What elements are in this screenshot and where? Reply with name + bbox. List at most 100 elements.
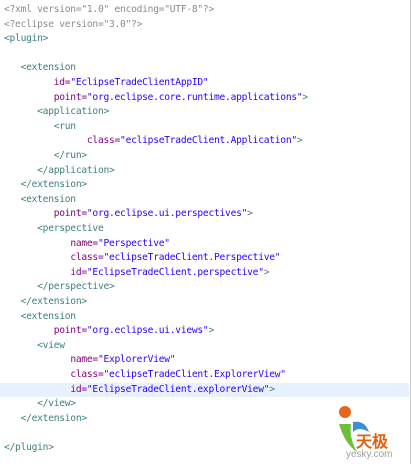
xml-tag-token: <view — [37, 339, 65, 351]
code-line[interactable]: name="ExplorerView" — [0, 353, 409, 368]
code-line[interactable]: point="org.eclipse.core.runtime.applicat… — [0, 91, 409, 106]
xml-tag-token: <extension — [20, 310, 77, 322]
xml-tag-token: > — [263, 266, 270, 278]
code-line[interactable]: <extension — [0, 310, 409, 325]
xml-string-token: "ExplorerView" — [97, 354, 176, 366]
xml-tag-token: <extension — [20, 193, 77, 205]
code-line[interactable]: <?xml version="1.0" encoding="UTF-8"?> — [0, 3, 409, 18]
xml-attr-token: id= — [70, 383, 87, 395]
code-line[interactable]: class="eclipseTradeClient.ExplorerView" — [0, 368, 409, 383]
code-line[interactable]: </application> — [0, 164, 409, 179]
xml-attr-token: class= — [86, 135, 121, 147]
xml-pi-token: <?eclipse version="3.0"?> — [4, 18, 143, 30]
logo-dot-orange — [339, 406, 351, 418]
xml-tag-token: </extension> — [20, 296, 88, 307]
xml-string-token: "org.eclipse.ui.perspectives" — [86, 208, 248, 220]
xml-tag-token: <perspective — [37, 223, 104, 234]
code-line[interactable]: name="Perspective" — [0, 237, 409, 252]
code-line[interactable]: <run — [0, 120, 409, 135]
xml-attr-token: name= — [70, 354, 98, 366]
xml-tag-token: </run> — [53, 150, 87, 161]
xml-attr-token: id= — [53, 77, 71, 88]
xml-tag-token: </plugin> — [4, 442, 54, 453]
xml-attr-token: point= — [53, 325, 87, 337]
xml-tag-token: </view> — [37, 398, 76, 410]
code-line[interactable]: point="org.eclipse.ui.perspectives"> — [0, 207, 409, 222]
xml-tag-token: > — [302, 91, 308, 103]
xml-string-token: "EclipseTradeClient.explorerView" — [86, 383, 270, 395]
xml-tag-token: <application> — [37, 106, 109, 118]
code-line[interactable]: <view — [0, 339, 409, 354]
xml-attr-token: point= — [53, 208, 87, 220]
xml-string-token: "org.eclipse.ui.views" — [86, 325, 209, 337]
code-line[interactable]: id="EclipseTradeClient.perspective"> — [0, 266, 409, 281]
xml-tag-token: > — [208, 325, 214, 337]
code-line[interactable]: <extension — [0, 61, 409, 76]
xml-string-token: "org.eclipse.core.runtime.applications" — [86, 91, 303, 103]
code-line[interactable]: class="eclipseTradeClient.Perspective" — [0, 251, 409, 266]
xml-string-token: "EclipseTradeClientAppID" — [70, 77, 209, 88]
xml-tag-token: </application> — [37, 164, 115, 176]
code-line[interactable]: <perspective — [0, 222, 409, 237]
code-line[interactable]: class="eclipseTradeClient.Application"> — [0, 134, 409, 149]
xml-tag-token: > — [296, 135, 303, 147]
xml-attr-token: class= — [70, 252, 104, 264]
xml-tag-token: > — [269, 383, 275, 395]
xml-pi-token: <?xml version="1.0" encoding="UTF-8"?> — [4, 4, 214, 15]
xml-string-token: "EclipseTradeClient.perspective" — [86, 266, 264, 278]
code-line[interactable]: id="EclipseTradeClient.explorerView"> — [0, 382, 409, 398]
xml-string-token: "eclipseTradeClient.Perspective" — [103, 252, 281, 264]
xml-tag-token: <run — [53, 120, 76, 132]
code-line[interactable]: <?eclipse version="3.0"?> — [0, 18, 409, 33]
watermark-domain-text: yesky.com — [346, 449, 393, 460]
xml-attr-token: class= — [70, 369, 104, 380]
xml-tag-token: </extension> — [20, 412, 88, 424]
xml-string-token: "Perspective" — [97, 237, 170, 249]
xml-editor[interactable]: <?xml version="1.0" encoding="UTF-8"?> <?… — [0, 0, 411, 464]
code-line[interactable]: <extension — [0, 193, 409, 208]
code-line[interactable]: </perspective> — [0, 280, 409, 295]
xml-tag-token: </extension> — [20, 179, 88, 191]
xml-tag-token: <plugin> — [4, 33, 49, 45]
xml-attr-token: name= — [70, 237, 98, 249]
code-line[interactable]: </extension> — [0, 178, 409, 193]
xml-tag-token: </perspective> — [37, 281, 115, 293]
code-line[interactable]: <plugin> — [0, 32, 409, 47]
xml-tag-token: > — [247, 208, 253, 220]
xml-attr-token: id= — [70, 266, 87, 278]
xml-string-token: "eclipseTradeClient.ExplorerView" — [103, 369, 286, 380]
xml-attr-token: point= — [53, 91, 87, 103]
xml-tag-token: <extension — [20, 62, 77, 74]
xml-string-token: "eclipseTradeClient.Application" — [120, 135, 297, 147]
code-line[interactable]: point="org.eclipse.ui.views"> — [0, 324, 409, 339]
code-line[interactable] — [0, 47, 409, 62]
code-line[interactable]: </run> — [0, 149, 409, 164]
code-line[interactable]: id="EclipseTradeClientAppID" — [0, 76, 409, 91]
code-line[interactable]: <application> — [0, 105, 409, 120]
code-line[interactable]: </extension> — [0, 295, 409, 310]
